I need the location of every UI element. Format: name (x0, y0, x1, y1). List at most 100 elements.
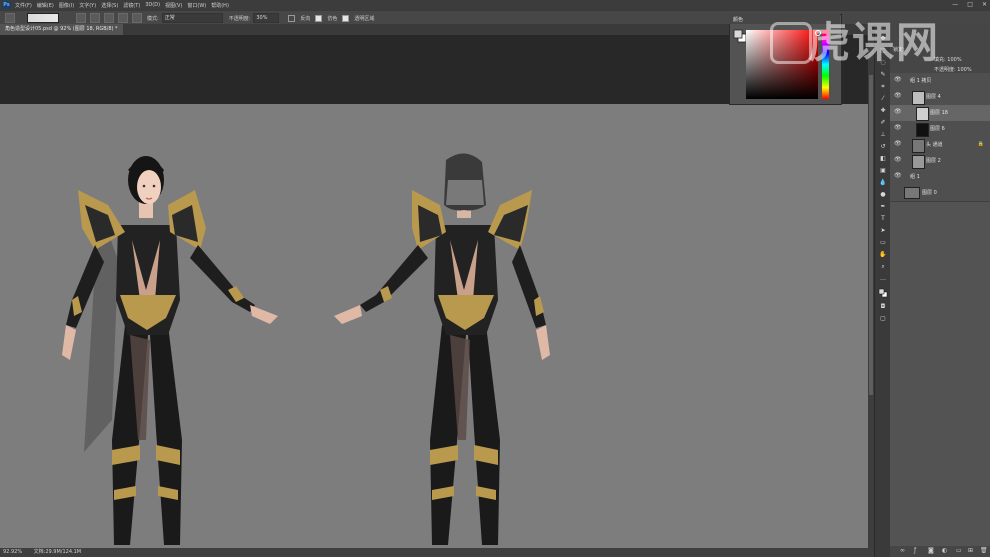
watermark-logo (770, 22, 812, 64)
menu-bar: Ps 文件(F) 编辑(E) 图像(I) 文字(Y) 选择(S) 滤镜(T) 3… (0, 0, 990, 10)
visibility-eye-icon[interactable]: 👁 (894, 93, 902, 99)
status-bar: 92.92% 文档:29.9M/124.1M (0, 548, 874, 557)
crop-tool-icon[interactable]: ⌗ (879, 84, 887, 90)
layer-name: 图层 18 (930, 110, 948, 116)
visibility-eye-icon[interactable]: 👁 (894, 125, 902, 131)
menu-select[interactable]: 选择(S) (101, 2, 118, 9)
quick-mask-icon[interactable]: ◘ (879, 304, 887, 310)
close-button[interactable]: ✕ (982, 0, 987, 10)
photoshop-logo-icon: Ps (2, 1, 11, 9)
transparency-checkbox[interactable] (342, 14, 350, 22)
gradient-reflected-button[interactable] (118, 13, 128, 23)
menu-window[interactable]: 窗口(W) (187, 2, 206, 9)
gradient-linear-button[interactable] (76, 13, 86, 23)
menu-edit[interactable]: 编辑(E) (37, 2, 54, 9)
minimize-button[interactable]: — (952, 0, 958, 10)
gradient-radial-button[interactable] (90, 13, 100, 23)
dither-checkbox[interactable] (315, 14, 323, 22)
layer-row[interactable]: 👁 组 1 拷贝 (890, 73, 990, 90)
history-brush-tool-icon[interactable]: ↺ (879, 144, 887, 150)
blur-tool-icon[interactable]: 💧 (879, 180, 887, 186)
link-layers-icon[interactable]: ∞ (900, 548, 906, 554)
menu-3d[interactable]: 3D(D) (145, 2, 160, 8)
canvas[interactable] (0, 104, 868, 548)
hand-tool-icon[interactable]: ✋ (879, 252, 887, 258)
reverse-checkbox[interactable] (288, 14, 296, 22)
eraser-tool-icon[interactable]: ◧ (879, 156, 887, 162)
path-select-tool-icon[interactable]: ➤ (879, 228, 887, 234)
layer-thumbnail (916, 107, 929, 121)
shape-tool-icon[interactable]: ▭ (879, 240, 887, 246)
dodge-tool-icon[interactable]: ● (879, 192, 887, 198)
mode-label: 模式: (147, 15, 159, 22)
character-left (62, 156, 278, 545)
character-artwork (62, 153, 550, 545)
visibility-eye-icon[interactable]: 👁 (894, 157, 902, 163)
gradient-diamond-button[interactable] (132, 13, 142, 23)
layer-row-selected[interactable]: 👁 图层 18 (890, 105, 990, 122)
menu-file[interactable]: 文件(F) (15, 2, 32, 9)
layer-row[interactable]: 👁 头 通道 🔒 (890, 137, 990, 154)
layer-thumbnail (912, 155, 925, 169)
gradient-preview[interactable] (27, 13, 59, 23)
layer-row[interactable]: 👁 图层 4 (890, 89, 990, 106)
layer-name: 图层 6 (930, 126, 945, 132)
new-group-icon[interactable]: ▭ (956, 548, 962, 554)
layer-row[interactable]: 👁 图层 2 (890, 153, 990, 170)
brush-tool-icon[interactable]: ✐ (879, 120, 887, 126)
reverse-label: 反向 (300, 15, 311, 22)
quick-select-tool-icon[interactable]: ✎ (879, 72, 887, 78)
layer-row[interactable]: 图层 0 (890, 185, 990, 202)
menu-view[interactable]: 视图(V) (165, 2, 182, 9)
character-right (334, 153, 550, 545)
document-size[interactable]: 文档:29.9M/124.1M (34, 549, 81, 555)
watermark-text: 虎课网 (808, 18, 941, 67)
mode-select[interactable]: 正常 (161, 13, 223, 23)
clone-stamp-tool-icon[interactable]: ⊥ (879, 132, 887, 138)
healing-tool-icon[interactable]: ✚ (879, 108, 887, 114)
layer-thumbnail (904, 187, 920, 199)
layers-panel-footer: ∞ ƒ ◙ ◐ ▭ ⊞ 🗑 (890, 546, 990, 557)
layer-name: 组 1 (910, 174, 920, 180)
eyedropper-tool-icon[interactable]: ⁄ (879, 96, 887, 102)
type-tool-icon[interactable]: T (879, 216, 887, 222)
visibility-eye-icon[interactable]: 👁 (894, 141, 902, 147)
menu-image[interactable]: 图像(I) (59, 2, 74, 9)
new-layer-icon[interactable]: ⊞ (968, 548, 974, 554)
zoom-level[interactable]: 92.92% (3, 549, 22, 555)
pen-tool-icon[interactable]: ✒ (879, 204, 887, 210)
layer-thumbnail (912, 91, 925, 105)
add-mask-icon[interactable]: ◙ (928, 548, 934, 554)
gradient-angle-button[interactable] (104, 13, 114, 23)
layer-row[interactable]: 👁 图层 6 (890, 121, 990, 138)
maximize-button[interactable]: □ (967, 0, 973, 10)
screen-mode-icon[interactable]: ▢ (879, 316, 887, 322)
layer-name: 图层 2 (926, 158, 941, 164)
menu-type[interactable]: 文字(Y) (79, 2, 96, 9)
layer-style-icon[interactable]: ƒ (914, 548, 920, 554)
more-tools-icon[interactable]: … (879, 276, 887, 282)
tool-color-swatches[interactable] (878, 288, 888, 298)
menu-filter[interactable]: 滤镜(T) (123, 2, 140, 9)
dither-label: 仿色 (327, 15, 338, 22)
tool-preset-button[interactable] (5, 13, 15, 23)
layer-row[interactable]: 👁 组 1 (890, 169, 990, 186)
menu-help[interactable]: 帮助(H) (211, 2, 229, 9)
opacity-input[interactable]: 30% (253, 13, 280, 23)
visibility-eye-icon[interactable]: 👁 (894, 77, 902, 83)
scrollbar-thumb[interactable] (869, 75, 873, 395)
layer-name: 头 通道 (926, 142, 943, 148)
layer-thumbnail (912, 139, 925, 153)
zoom-tool-icon[interactable]: ⌕ (879, 264, 887, 270)
visibility-eye-icon[interactable]: 👁 (894, 109, 902, 115)
layer-name: 图层 4 (926, 94, 941, 100)
delete-layer-icon[interactable]: 🗑 (980, 548, 988, 554)
document-tab[interactable]: 角色造型设计05.psd @ 92% (图层 18, RGB/8) * (0, 24, 123, 35)
foreground-background-swatches[interactable] (733, 28, 747, 44)
gradient-tool-icon[interactable]: ▣ (879, 168, 887, 174)
opacity-label: 不透明度: (228, 15, 251, 22)
visibility-eye-icon[interactable]: 👁 (894, 173, 902, 179)
opacity-value[interactable]: 不透明度: 100% (934, 66, 972, 73)
lock-icon: 🔒 (977, 141, 984, 147)
adjustment-layer-icon[interactable]: ◐ (942, 548, 948, 554)
